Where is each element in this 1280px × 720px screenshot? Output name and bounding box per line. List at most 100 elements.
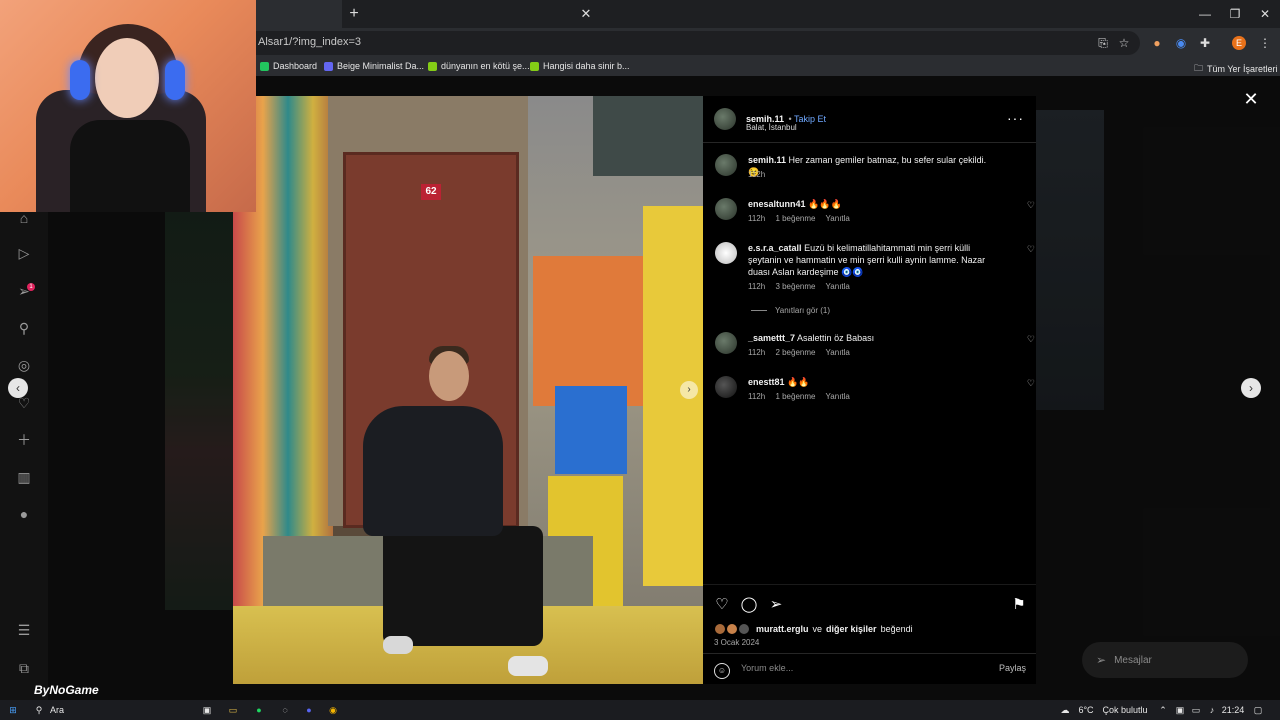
comment-username[interactable]: _samettt_7 bbox=[748, 333, 795, 343]
commenter-avatar[interactable] bbox=[715, 242, 737, 264]
comment-like-icon[interactable]: ♡ bbox=[1027, 200, 1035, 211]
network-icon[interactable]: ▭ bbox=[1190, 703, 1202, 717]
windows-taskbar: ⊞ ⚲ Ara ▣ ▭ ● ◌ ● ◉ ☁ 6°C Çok bulutlu ⌃ … bbox=[0, 700, 1280, 720]
bookmark-dunya[interactable]: dünyanın en kötü şe... bbox=[428, 61, 530, 71]
comment-username[interactable]: e.s.r.a_catall bbox=[748, 243, 802, 253]
volume-icon[interactable]: ♪ bbox=[1206, 703, 1218, 717]
more-options-icon[interactable]: ··· bbox=[1007, 110, 1024, 126]
reply-button[interactable]: Yanıtla bbox=[826, 214, 850, 223]
menu-kebab-icon[interactable]: ⋮ bbox=[1256, 34, 1274, 52]
follow-button[interactable]: Takip Et bbox=[794, 114, 826, 124]
bookmark-dashboard[interactable]: Dashboard bbox=[260, 61, 317, 71]
liker-username[interactable]: muratt.erglu bbox=[756, 624, 809, 634]
comment-bubble-icon[interactable]: ◯ bbox=[739, 595, 759, 615]
post-comment-button[interactable]: Paylaş bbox=[999, 663, 1026, 673]
webcam-overlay bbox=[0, 0, 256, 212]
reply-button[interactable]: Yanıtla bbox=[826, 348, 850, 357]
comment-like-icon[interactable]: ♡ bbox=[1027, 334, 1035, 345]
commenter-avatar[interactable] bbox=[715, 376, 737, 398]
comment-body: Asalettin öz Babası bbox=[797, 333, 875, 343]
profile-icon[interactable]: ● bbox=[14, 504, 34, 524]
bookmark-favicon bbox=[260, 61, 269, 71]
comment-like-icon[interactable]: ♡ bbox=[1027, 378, 1035, 389]
weather-description[interactable]: Çok bulutlu bbox=[1098, 703, 1152, 717]
messages-button[interactable]: ➢ Mesajlar bbox=[1082, 642, 1248, 678]
author-avatar[interactable] bbox=[714, 108, 736, 130]
save-bookmark-icon[interactable]: ⚑ bbox=[1009, 595, 1029, 615]
like-heart-icon[interactable]: ♡ bbox=[712, 595, 732, 615]
threads-icon[interactable]: ⧉ bbox=[14, 658, 34, 678]
comment-input[interactable]: Yorum ekle... bbox=[741, 663, 793, 673]
likes-others[interactable]: diğer kişiler bbox=[826, 624, 877, 634]
close-modal-icon[interactable]: ✕ bbox=[1242, 90, 1260, 108]
notification-icon[interactable]: ▢ bbox=[1252, 703, 1264, 717]
comment-likes[interactable]: 3 beğenme bbox=[775, 282, 815, 291]
commenter-avatar[interactable] bbox=[715, 198, 737, 220]
new-tab-button[interactable]: + bbox=[344, 4, 364, 24]
url-bar[interactable]: Alsar1/?img_index=3 bbox=[240, 31, 1140, 55]
minimize-button[interactable]: — bbox=[1190, 4, 1220, 24]
search-icon[interactable]: ⚲ bbox=[32, 703, 46, 717]
comment-body: 🔥🔥 bbox=[787, 377, 810, 387]
comment-username[interactable]: semih.11 bbox=[748, 155, 786, 165]
view-replies[interactable]: Yanıtları gör (1) bbox=[751, 306, 830, 315]
chrome-icon[interactable]: ◉ bbox=[326, 703, 340, 717]
messages-icon: ➢ bbox=[1096, 653, 1107, 667]
taskbar-search-label[interactable]: Ara bbox=[50, 703, 80, 717]
comment-text: e.s.r.a_catall Euzü bi kelimatillahitamm… bbox=[748, 242, 998, 278]
post-location[interactable]: Balat, İstanbul bbox=[746, 123, 797, 132]
tray-chevron-icon[interactable]: ⌃ bbox=[1158, 703, 1168, 717]
share-paper-plane-icon[interactable]: ➢ bbox=[766, 595, 786, 615]
all-bookmarks[interactable]: 🗀 Tüm Yer İşaretleri bbox=[1194, 61, 1278, 77]
close-window-button[interactable]: ✕ bbox=[1250, 4, 1280, 24]
clock[interactable]: 21:24 bbox=[1220, 703, 1246, 717]
extension-icon[interactable]: ● bbox=[1148, 34, 1166, 52]
search-icon[interactable]: ⚲ bbox=[14, 318, 34, 338]
tab-close-icon[interactable]: ✕ bbox=[576, 4, 596, 24]
profile-avatar[interactable]: E bbox=[1232, 36, 1246, 50]
comment-username[interactable]: enestt81 bbox=[748, 377, 785, 387]
previous-post-icon[interactable]: ‹ bbox=[8, 378, 28, 398]
task-view-icon[interactable]: ▣ bbox=[200, 703, 214, 717]
bookmark-label: Dashboard bbox=[273, 61, 318, 71]
commenter-avatar[interactable] bbox=[715, 332, 737, 354]
restore-button[interactable]: ❐ bbox=[1220, 4, 1250, 24]
commenter-avatar[interactable] bbox=[715, 154, 737, 176]
tray-app-icon[interactable]: ▣ bbox=[1174, 703, 1186, 717]
carousel-next-icon[interactable]: › bbox=[680, 381, 698, 399]
comment-likes[interactable]: 2 beğenme bbox=[775, 348, 815, 357]
temperature[interactable]: 6°C bbox=[1076, 703, 1096, 717]
explore-icon[interactable]: ◎ bbox=[14, 355, 34, 375]
post-photo[interactable]: 62 › bbox=[233, 96, 703, 684]
comment-text: _samettt_7 Asalettin öz Babası bbox=[748, 332, 998, 344]
post-side-panel: semih.11 • Takip Et Balat, İstanbul ··· … bbox=[703, 96, 1036, 684]
bookmark-hangisi[interactable]: Hangisi daha sinir b... bbox=[530, 61, 630, 71]
comment-like-icon[interactable]: ♡ bbox=[1027, 244, 1035, 255]
menu-icon[interactable]: ☰ bbox=[14, 620, 34, 640]
bookmark-star-icon[interactable]: ☆ bbox=[1115, 34, 1133, 52]
person-head bbox=[429, 351, 469, 401]
comment-likes[interactable]: 1 beğenme bbox=[775, 214, 815, 223]
install-app-icon[interactable]: ⎘ bbox=[1094, 34, 1112, 52]
file-explorer-icon[interactable]: ▭ bbox=[226, 703, 240, 717]
extensions-puzzle-icon[interactable]: ✚ bbox=[1196, 34, 1214, 52]
graffiti-panel bbox=[593, 96, 703, 176]
windows-start-icon[interactable]: ⊞ bbox=[6, 703, 20, 717]
bookmark-beige[interactable]: Beige Minimalist Da... bbox=[324, 61, 424, 71]
app-icon[interactable]: ◌ bbox=[278, 703, 292, 717]
browser-tab[interactable]: ✕ bbox=[256, 0, 591, 28]
audio-icon[interactable]: ◉ bbox=[1172, 34, 1190, 52]
comment-meta: 112h 2 beğenme Yanıtla bbox=[748, 348, 858, 357]
dashboard-icon[interactable]: ▥ bbox=[14, 467, 34, 487]
discord-icon[interactable]: ● bbox=[302, 703, 316, 717]
spotify-icon[interactable]: ● bbox=[252, 703, 266, 717]
comment-username[interactable]: enesaltunn41 bbox=[748, 199, 806, 209]
reply-button[interactable]: Yanıtla bbox=[826, 282, 850, 291]
next-post-icon[interactable]: › bbox=[1241, 378, 1261, 398]
emoji-icon[interactable]: ☺ bbox=[714, 663, 730, 679]
comment-likes[interactable]: 1 beğenme bbox=[775, 392, 815, 401]
reels-icon[interactable]: ▷ bbox=[14, 243, 34, 263]
likes-suffix: beğendi bbox=[880, 624, 913, 634]
reply-button[interactable]: Yanıtla bbox=[826, 392, 850, 401]
create-icon[interactable]: ＋ bbox=[14, 430, 34, 450]
